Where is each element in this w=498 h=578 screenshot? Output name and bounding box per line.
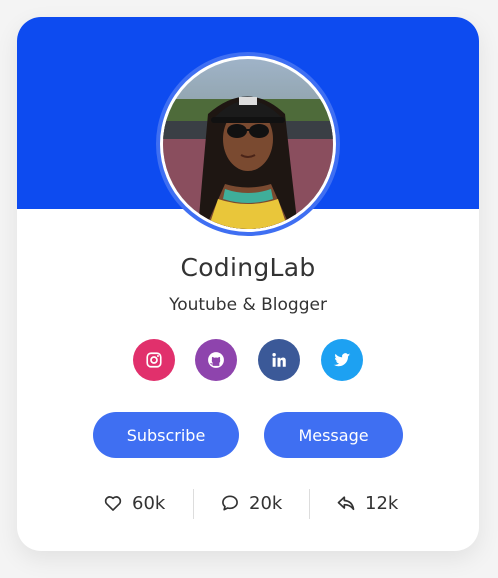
avatar-ring bbox=[156, 52, 340, 236]
linkedin-link[interactable] bbox=[258, 339, 300, 381]
message-button[interactable]: Message bbox=[264, 412, 403, 458]
stats-divider bbox=[193, 489, 194, 519]
profile-name: CodingLab bbox=[180, 253, 316, 282]
social-links bbox=[17, 339, 479, 381]
instagram-icon bbox=[146, 352, 162, 368]
likes-count: 60k bbox=[132, 492, 166, 514]
stats-divider bbox=[309, 489, 310, 519]
shares-stat[interactable]: 12k bbox=[336, 487, 398, 519]
likes-stat[interactable]: 60k bbox=[103, 487, 165, 519]
twitter-link[interactable] bbox=[321, 339, 363, 381]
instagram-link[interactable] bbox=[133, 339, 175, 381]
comments-stat[interactable]: 20k bbox=[220, 487, 282, 519]
profile-stats: 60k 20k 12k bbox=[17, 487, 479, 519]
github-icon bbox=[208, 352, 224, 368]
action-buttons: Subscribe Message bbox=[17, 412, 479, 458]
shares-count: 12k bbox=[365, 492, 399, 514]
avatar bbox=[163, 59, 333, 229]
subscribe-button[interactable]: Subscribe bbox=[93, 412, 239, 458]
heart-icon bbox=[104, 496, 122, 511]
github-link[interactable] bbox=[195, 339, 237, 381]
twitter-icon bbox=[333, 353, 351, 367]
comments-count: 20k bbox=[249, 492, 283, 514]
share-reply-icon bbox=[337, 496, 355, 511]
linkedin-icon bbox=[272, 353, 286, 367]
profile-card: CodingLab Youtube & Blogger Subscribe Me… bbox=[17, 17, 479, 551]
profile-job-title: Youtube & Blogger bbox=[169, 295, 327, 315]
comment-icon bbox=[222, 495, 238, 511]
